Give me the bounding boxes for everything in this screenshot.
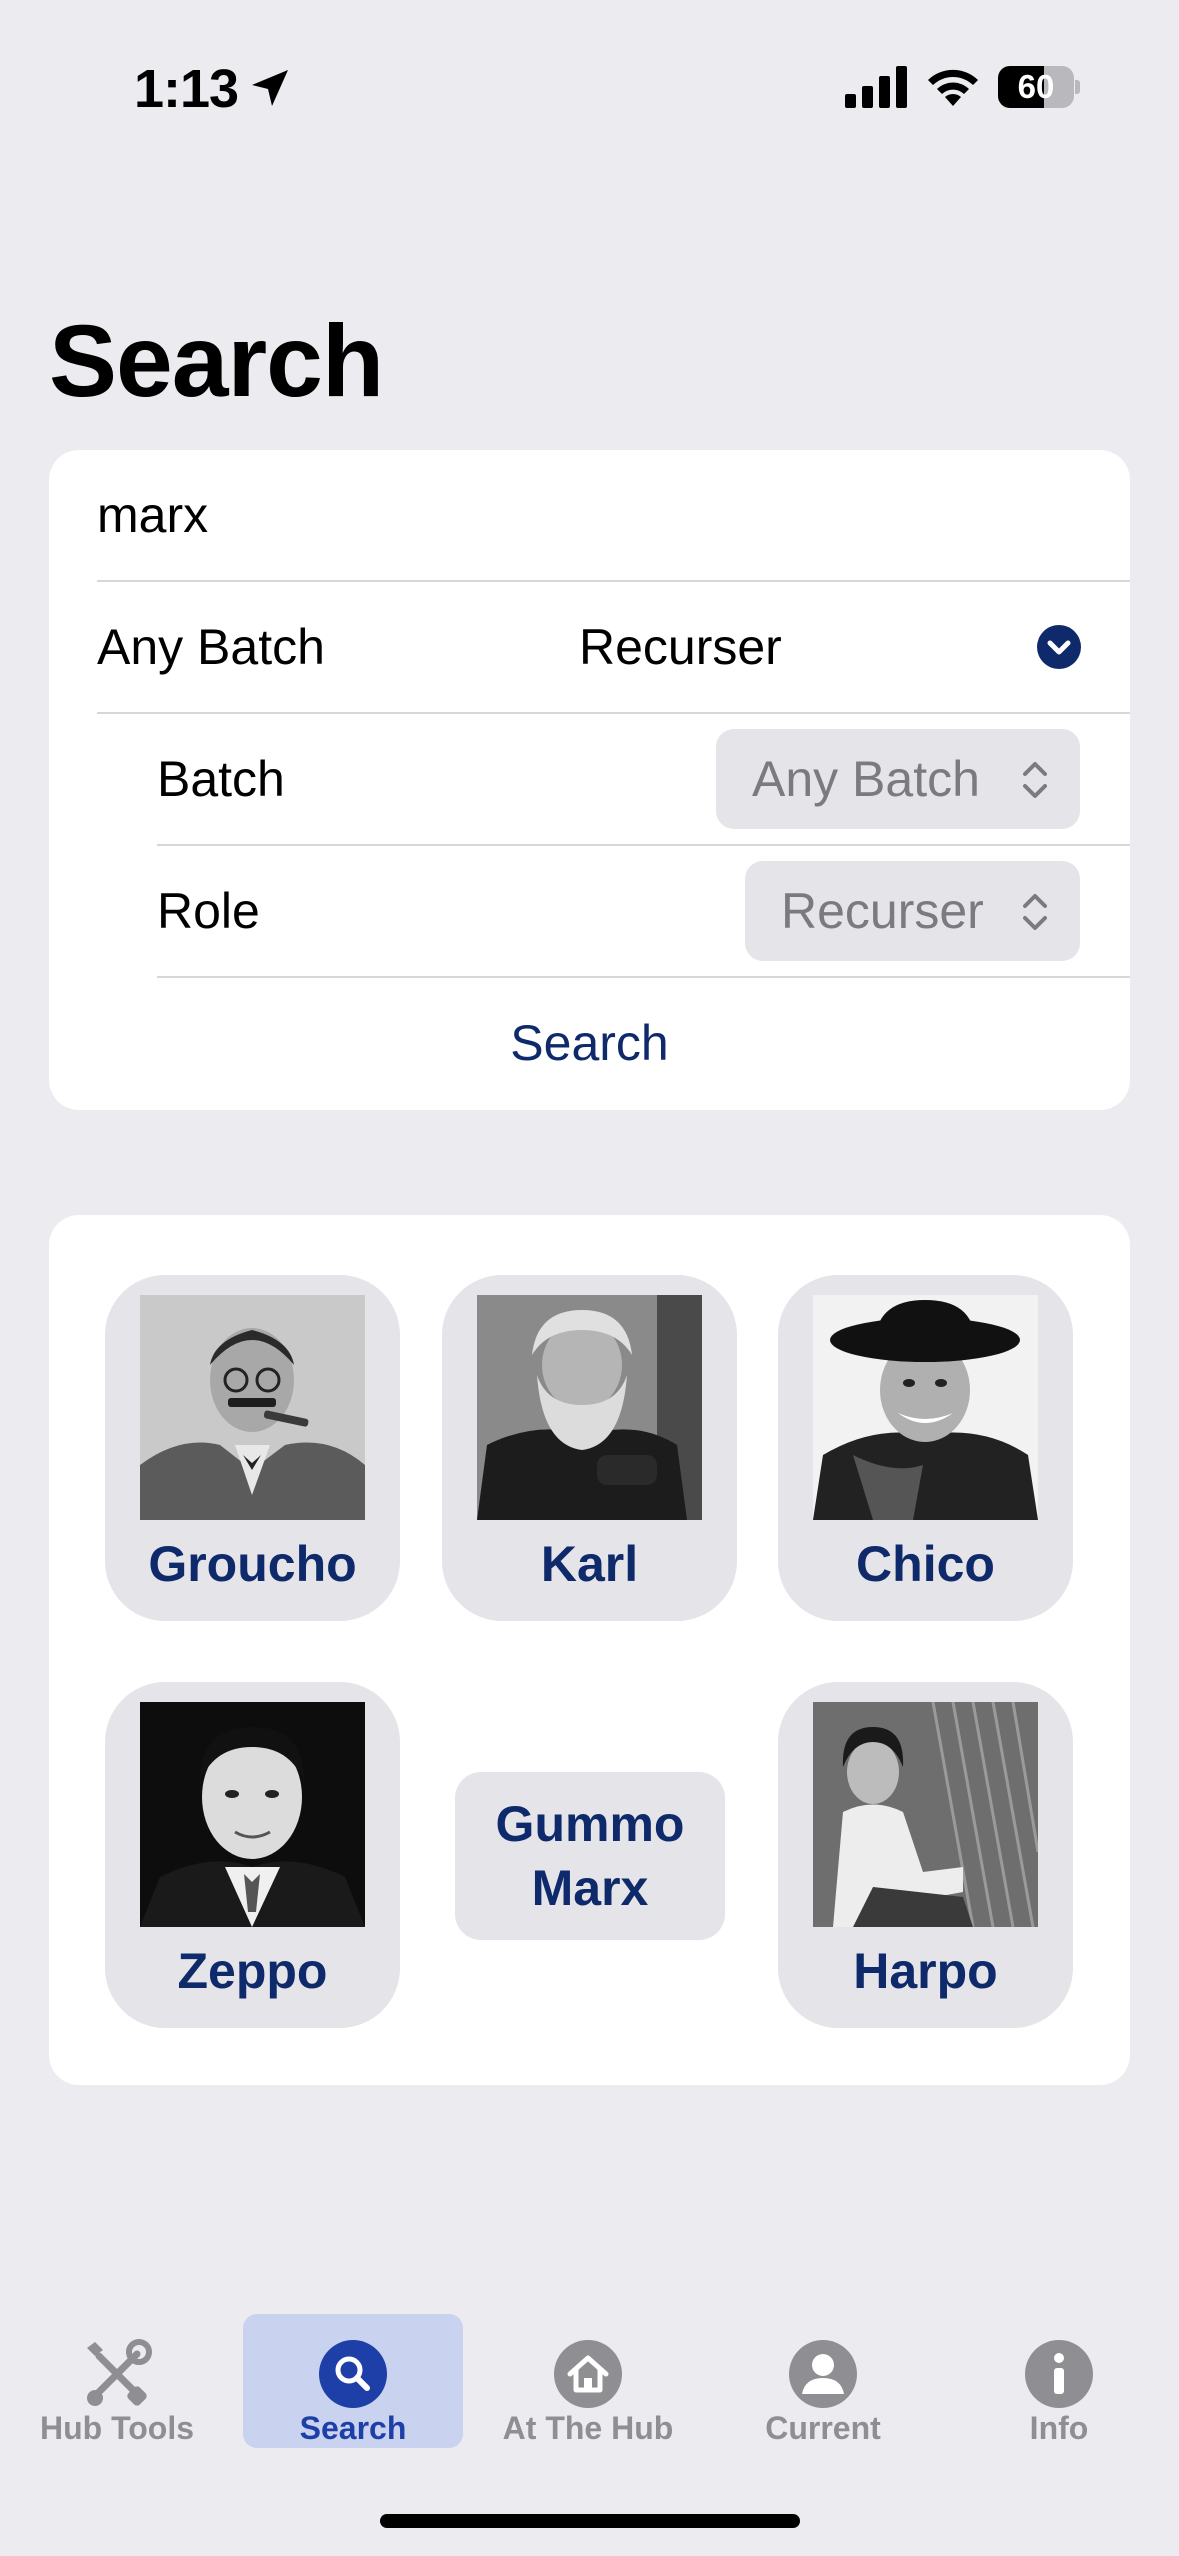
tab-label: Current [765,2410,881,2446]
karl-portrait [477,1295,702,1520]
tools-icon [87,2339,152,2406]
filter-summary-role: Recurser [579,619,782,675]
batch-row: Batch Any Batch [49,714,1130,844]
result-name: Groucho [148,1536,357,1592]
result-karl[interactable]: Karl [442,1275,737,1621]
search-form-card: Any Batch Recurser Batch Any Batch Role … [49,450,1130,1110]
results-card: Groucho Karl Chico Zeppo Gummo Marx Harp… [49,1215,1130,2085]
result-name: Chico [856,1536,995,1592]
result-name: Zeppo [177,1943,328,1999]
tab-label: Info [1029,2410,1089,2446]
role-picker[interactable]: Recurser [745,861,1080,961]
battery-icon: 60 [998,66,1080,108]
tab-search[interactable]: Search [243,2314,463,2448]
up-down-chevron-icon [1023,762,1047,798]
tab-label: At The Hub [502,2410,674,2446]
result-gummo-marx[interactable]: Gummo Marx [455,1772,725,1940]
tab-info[interactable]: Info [949,2314,1169,2448]
person-icon [789,2340,857,2408]
chico-portrait [813,1295,1038,1520]
role-picker-value: Recurser [781,883,984,939]
harpo-portrait [813,1702,1038,1927]
page-title: Search [49,304,384,418]
location-arrow-icon [252,70,288,106]
up-down-chevron-icon [1023,894,1047,930]
result-name: Gummo Marx [455,1792,725,1920]
batch-picker-value: Any Batch [752,751,980,807]
status-bar: 1:13 60 [0,0,1179,175]
tab-at-the-hub[interactable]: At The Hub [478,2314,698,2448]
chevron-down-icon[interactable] [1037,625,1081,669]
cellular-signal-icon [845,66,907,108]
result-harpo[interactable]: Harpo [778,1682,1073,2028]
battery-percent: 60 [1017,68,1055,105]
batch-label: Batch [157,751,285,807]
info-icon [1025,2340,1093,2408]
search-button[interactable]: Search [49,978,1130,1108]
wifi-icon [928,69,978,106]
result-name-line2: Marx [531,1860,649,1916]
zeppo-portrait [140,1702,365,1927]
groucho-portrait [140,1295,365,1520]
home-indicator [380,2514,800,2528]
result-name-line1: Gummo [495,1796,685,1852]
search-input[interactable] [97,450,1130,580]
filter-summary-batch: Any Batch [97,619,325,675]
search-icon [319,2340,387,2408]
tab-hub-tools[interactable]: Hub Tools [7,2314,227,2448]
result-name: Karl [540,1536,639,1592]
home-icon [554,2340,622,2408]
filter-summary-row[interactable]: Any Batch Recurser [49,582,1130,712]
result-zeppo[interactable]: Zeppo [105,1682,400,2028]
result-chico[interactable]: Chico [778,1275,1073,1621]
role-label: Role [157,883,260,939]
batch-picker[interactable]: Any Batch [716,729,1080,829]
tab-current[interactable]: Current [713,2314,933,2448]
role-row: Role Recurser [49,846,1130,976]
tab-label: Search [299,2410,407,2446]
tab-label: Hub Tools [39,2410,195,2446]
result-groucho[interactable]: Groucho [105,1275,400,1621]
status-time: 1:13 [134,59,239,119]
result-name: Harpo [853,1943,998,1999]
